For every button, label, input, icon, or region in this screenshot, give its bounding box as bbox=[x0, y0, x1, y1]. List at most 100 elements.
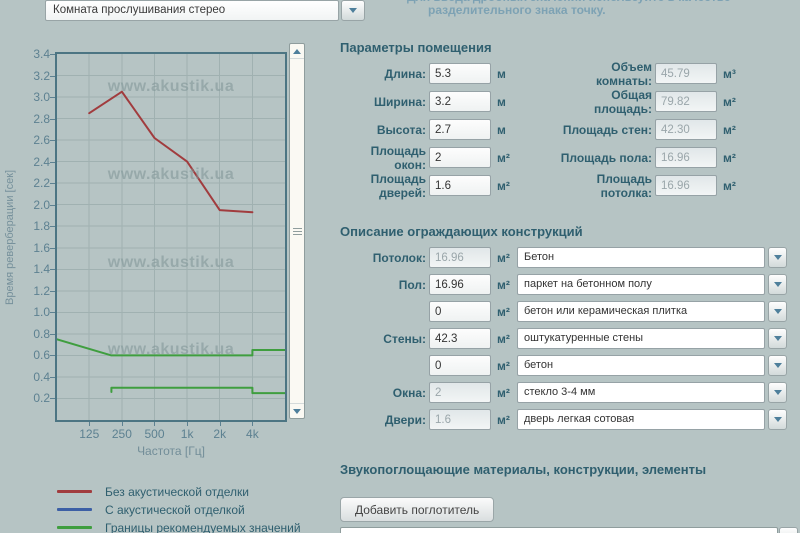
chevron-down-icon bbox=[774, 282, 782, 287]
legend-item: Без акустической отделки bbox=[57, 485, 301, 498]
y-tick bbox=[50, 355, 55, 356]
chevron-down-icon bbox=[774, 309, 782, 314]
scroll-down-button[interactable] bbox=[290, 403, 304, 418]
floor2-area-input[interactable] bbox=[429, 301, 491, 322]
floor2-material-select[interactable]: бетон или керамическая плитка bbox=[517, 301, 765, 322]
floor-area-input[interactable] bbox=[429, 274, 491, 295]
watermark: www.akustik.ua bbox=[108, 78, 234, 96]
dropdown-arrow-button[interactable] bbox=[768, 274, 787, 295]
ceiling-material-select[interactable]: Бетон bbox=[517, 247, 765, 268]
chevron-down-icon bbox=[774, 255, 782, 260]
x-label: 1k bbox=[170, 427, 204, 441]
absorber-select[interactable] bbox=[340, 527, 778, 533]
scroll-up-button[interactable] bbox=[290, 44, 304, 59]
triangle-up-icon bbox=[293, 49, 301, 54]
y-tick bbox=[50, 291, 55, 292]
y-tick bbox=[50, 398, 55, 399]
y-tick bbox=[50, 205, 55, 206]
chevron-down-icon bbox=[774, 390, 782, 395]
legend-label: С акустической отделкой bbox=[105, 503, 245, 517]
floor-area-output bbox=[655, 147, 717, 168]
width-input[interactable] bbox=[429, 91, 491, 112]
y-tick bbox=[50, 140, 55, 141]
field-label: Общая площадь: bbox=[555, 88, 652, 116]
floor-material-select[interactable]: паркет на бетонном полу bbox=[517, 274, 765, 295]
unit-label: м² bbox=[497, 413, 517, 427]
dropdown-arrow-button[interactable] bbox=[768, 301, 787, 322]
section-title: Параметры помещения bbox=[340, 40, 800, 55]
chevron-down-icon bbox=[774, 336, 782, 341]
windows-material-select[interactable]: стекло 3-4 мм bbox=[517, 382, 765, 403]
construction-row: м² бетон или керамическая плитка bbox=[340, 301, 800, 322]
scrollbar-thumb[interactable] bbox=[290, 59, 304, 403]
dropdown-arrow-button[interactable] bbox=[768, 409, 787, 430]
unit-label: м bbox=[497, 67, 506, 81]
dropdown-arrow-button[interactable] bbox=[768, 328, 787, 349]
y-label: 1.0 bbox=[16, 305, 50, 319]
select-value: стекло 3-4 мм bbox=[524, 386, 595, 398]
y-label: 2.4 bbox=[16, 155, 50, 169]
walls2-material-select[interactable]: бетон bbox=[517, 355, 765, 376]
absorber-select-arrow-button[interactable] bbox=[779, 527, 798, 533]
windows-area-input[interactable] bbox=[429, 147, 491, 168]
add-absorber-button[interactable]: Добавить поглотитель bbox=[340, 497, 494, 522]
walls-area-input[interactable] bbox=[429, 328, 491, 349]
construction-row: м² бетон bbox=[340, 355, 800, 376]
y-tick bbox=[50, 119, 55, 120]
y-label: 0.8 bbox=[16, 327, 50, 341]
y-tick bbox=[50, 54, 55, 55]
unit-label: м² bbox=[497, 386, 517, 400]
unit-label: м² bbox=[497, 151, 510, 165]
unit-label: м² bbox=[497, 359, 517, 373]
select-value: дверь легкая сотовая bbox=[524, 413, 634, 425]
param-row: Площадь окон: м² bbox=[340, 147, 510, 168]
y-tick bbox=[50, 226, 55, 227]
x-tick bbox=[122, 422, 123, 426]
x-tick bbox=[154, 422, 155, 426]
y-label: 1.8 bbox=[16, 219, 50, 233]
legend-label: Границы рекомендуемых значений bbox=[105, 521, 301, 533]
room-select-arrow-button[interactable] bbox=[341, 0, 365, 21]
triangle-down-icon bbox=[293, 409, 301, 414]
field-label: Высота: bbox=[340, 123, 426, 137]
field-label: Площадь стен: bbox=[555, 123, 652, 137]
y-label: 2.6 bbox=[16, 133, 50, 147]
watermark: www.akustik.ua bbox=[108, 341, 234, 359]
doors-area-field bbox=[429, 409, 491, 430]
field-label: Объем комнаты: bbox=[555, 60, 652, 88]
legend-item: Границы рекомендуемых значений bbox=[57, 521, 301, 533]
walls2-area-input[interactable] bbox=[429, 355, 491, 376]
param-row: Длина: м bbox=[340, 63, 510, 84]
x-tick bbox=[187, 422, 188, 426]
dropdown-arrow-button[interactable] bbox=[768, 247, 787, 268]
y-label: 0.4 bbox=[16, 370, 50, 384]
y-tick bbox=[50, 312, 55, 313]
field-label: Окна: bbox=[340, 386, 426, 400]
chart-legend: Без акустической отделки С акустической … bbox=[57, 485, 301, 533]
walls-area-output bbox=[655, 119, 717, 140]
unit-label: м² bbox=[723, 123, 736, 137]
doors-material-select[interactable]: дверь легкая сотовая bbox=[517, 409, 765, 430]
height-input[interactable] bbox=[429, 119, 491, 140]
construction-row: Двери: м² дверь легкая сотовая bbox=[340, 409, 800, 430]
x-label: 250 bbox=[105, 427, 139, 441]
doors-area-input[interactable] bbox=[429, 175, 491, 196]
y-tick bbox=[50, 162, 55, 163]
y-tick bbox=[50, 183, 55, 184]
unit-label: м² bbox=[497, 305, 517, 319]
length-input[interactable] bbox=[429, 63, 491, 84]
watermark: www.akustik.ua bbox=[108, 254, 234, 272]
dropdown-arrow-button[interactable] bbox=[768, 355, 787, 376]
walls-material-select[interactable]: оштукатуренные стены bbox=[517, 328, 765, 349]
plot-area: www.akustik.ua www.akustik.ua www.akusti… bbox=[55, 52, 287, 422]
select-value: бетон или керамическая плитка bbox=[524, 305, 687, 317]
y-label: 0.6 bbox=[16, 348, 50, 362]
param-row: Общая площадь: м² bbox=[555, 91, 736, 112]
dropdown-arrow-button[interactable] bbox=[768, 382, 787, 403]
chart-scrollbar[interactable] bbox=[289, 43, 305, 419]
chevron-down-icon bbox=[349, 8, 357, 13]
x-axis-title: Частота [Гц] bbox=[57, 444, 285, 458]
legend-label: Без акустической отделки bbox=[105, 485, 249, 499]
unit-label: м² bbox=[497, 278, 517, 292]
field-label: Площадь пола: bbox=[555, 151, 652, 165]
